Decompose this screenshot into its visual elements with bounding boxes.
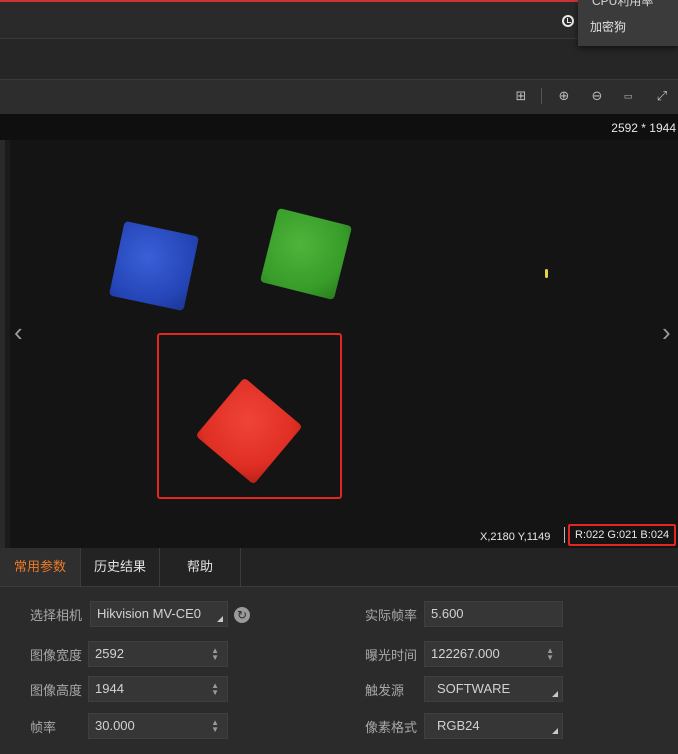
resolution-label: 2592 * 1944 xyxy=(611,121,676,135)
zoom-in-icon[interactable]: ⊕ xyxy=(557,89,571,103)
trigger-label: 触发源 xyxy=(365,683,405,698)
fit-window-icon[interactable]: ⤢ xyxy=(655,89,669,103)
image-viewer[interactable]: 2592 * 1944 ‹ › X,2180 Y,1149 R:022 G:02… xyxy=(0,114,678,548)
width-label: 图像宽度 xyxy=(30,648,83,663)
exposure-value: 122267.000 xyxy=(431,646,500,661)
dropdown-corner-icon xyxy=(217,616,223,622)
rgb-readout-box: R:022 G:021 B:024 xyxy=(568,524,676,546)
height-label: 图像高度 xyxy=(30,683,83,698)
camera-select-value: Hikvision MV-CE0 xyxy=(97,606,202,621)
coord-separator xyxy=(564,527,565,543)
height-field[interactable]: 1944 ▲ ▼ xyxy=(88,676,228,702)
yellow-speck xyxy=(545,269,548,278)
refresh-icon[interactable]: ↻ xyxy=(234,607,250,623)
dropdown-corner-icon xyxy=(552,691,558,697)
exposure-field[interactable]: 122267.000 ▲ ▼ xyxy=(424,641,563,667)
param-panel: 选择相机 Hikvision MV-CE0 ↻ 实际帧率 5.600 图像宽度 … xyxy=(0,587,678,754)
dropdown-item-dongle[interactable]: 加密狗 xyxy=(590,18,626,35)
dropdown-corner-icon xyxy=(552,728,558,734)
width-field[interactable]: 2592 ▲ ▼ xyxy=(88,641,228,667)
status-dropdown[interactable]: CPU利用率 加密狗 xyxy=(578,0,678,46)
camera-image[interactable] xyxy=(10,140,678,548)
clock-icon[interactable] xyxy=(562,15,574,27)
resolution-bar: 2592 * 1944 xyxy=(0,114,678,140)
pixel-format-value: RGB24 xyxy=(437,718,480,733)
fps-value: 30.000 xyxy=(95,718,135,733)
spinner-icon[interactable]: ▲ ▼ xyxy=(546,647,554,662)
image-edge xyxy=(0,140,10,548)
trigger-select[interactable]: SOFTWARE xyxy=(424,676,563,702)
fps-actual-label: 实际帧率 xyxy=(365,608,418,623)
rgb-readout: R:022 G:021 B:024 xyxy=(575,529,670,541)
tab-divider xyxy=(240,548,241,586)
fps-actual-value: 5.600 xyxy=(431,606,464,621)
camera-select[interactable]: Hikvision MV-CE0 xyxy=(90,601,228,627)
trigger-value: SOFTWARE xyxy=(437,681,511,696)
height-value: 1944 xyxy=(95,681,124,696)
secondary-bar xyxy=(0,39,678,80)
fps-actual-field: 5.600 xyxy=(424,601,563,627)
pixel-format-select[interactable]: RGB24 xyxy=(424,713,563,739)
pixel-format-label: 像素格式 xyxy=(365,720,418,735)
tab-history[interactable]: 历史结果 xyxy=(81,548,159,586)
param-tabs: 常用参数 历史结果 帮助 xyxy=(0,548,678,587)
title-bar xyxy=(0,0,678,38)
roi-rectangle[interactable] xyxy=(157,333,342,499)
spinner-icon[interactable]: ▲ ▼ xyxy=(211,682,219,697)
width-value: 2592 xyxy=(95,646,124,661)
zoom-out-icon[interactable]: ⊖ xyxy=(590,89,604,103)
prev-image-button[interactable]: ‹ xyxy=(14,317,23,348)
image-toolbar: ⊞ ⊕ ⊖ ▭ ⤢ xyxy=(0,80,678,114)
exposure-label: 曝光时间 xyxy=(365,648,418,663)
tab-help[interactable]: 帮助 xyxy=(160,548,240,586)
crosshair-icon[interactable]: ⊞ xyxy=(514,89,528,103)
toolbar-separator xyxy=(541,88,542,104)
green-cube xyxy=(259,207,353,301)
spinner-icon[interactable]: ▲ ▼ xyxy=(211,647,219,662)
blue-cube xyxy=(108,220,200,312)
fps-label: 帧率 xyxy=(30,720,57,735)
next-image-button[interactable]: › xyxy=(662,317,671,348)
tab-common-params[interactable]: 常用参数 xyxy=(0,548,80,586)
actual-size-icon[interactable]: ▭ xyxy=(621,89,635,103)
dropdown-item-cpu[interactable]: CPU利用率 xyxy=(592,0,653,9)
camera-label: 选择相机 xyxy=(30,608,83,623)
cursor-coordinates: X,2180 Y,1149 xyxy=(480,531,551,543)
spinner-icon[interactable]: ▲ ▼ xyxy=(211,719,219,734)
fps-field[interactable]: 30.000 ▲ ▼ xyxy=(88,713,228,739)
